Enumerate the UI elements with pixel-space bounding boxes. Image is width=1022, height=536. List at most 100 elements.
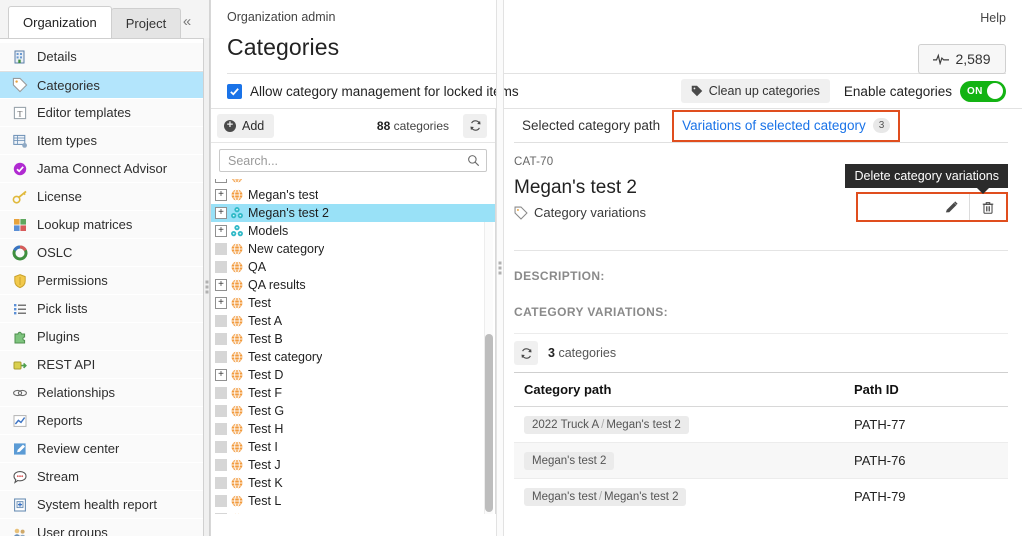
sidebar-item-label: Relationships: [37, 385, 115, 400]
tree-row[interactable]: Test G: [211, 402, 495, 420]
chevron-double-left-icon[interactable]: «: [177, 11, 197, 31]
expand-plus-icon[interactable]: +: [215, 225, 227, 237]
scrollbar-thumb[interactable]: [485, 334, 493, 512]
sidebar-item-item-types[interactable]: Item types: [0, 127, 209, 155]
sidebar-item-label: Details: [37, 49, 77, 64]
sidebar-item-rest-api[interactable]: REST API: [0, 351, 209, 379]
expand-plus-icon[interactable]: +: [215, 279, 227, 291]
tab-selected-category-path[interactable]: Selected category path: [514, 109, 668, 143]
sidebar-item-reports[interactable]: Reports: [0, 407, 209, 435]
tree-row[interactable]: +: [211, 179, 495, 186]
expand-plus-icon[interactable]: +: [215, 297, 227, 309]
sidebar-item-details[interactable]: Details: [0, 43, 209, 71]
tree-row-label: QA: [248, 260, 266, 274]
table-row[interactable]: Megan's test/Megan's test 2PATH-79: [514, 479, 1008, 515]
add-category-button[interactable]: + Add: [217, 114, 274, 138]
column-header-path-id[interactable]: Path ID: [844, 373, 1008, 407]
tree-row[interactable]: + QA results: [211, 276, 495, 294]
sidebar-splitter[interactable]: [203, 38, 210, 536]
tab-organization[interactable]: Organization: [8, 6, 112, 38]
sidebar-item-label: OSLC: [37, 245, 72, 260]
search-icon[interactable]: [467, 154, 480, 167]
metric-badge[interactable]: 2,589: [918, 44, 1006, 74]
sidebar-item-label: Review center: [37, 441, 119, 456]
sidebar-item-stream[interactable]: Stream: [0, 463, 209, 491]
sidebar-item-pick-lists[interactable]: Pick lists: [0, 295, 209, 323]
tree-row[interactable]: +Megan's test 2: [211, 204, 495, 222]
tree-row[interactable]: Test F: [211, 384, 495, 402]
sidebar-item-license[interactable]: License: [0, 183, 209, 211]
tree-row[interactable]: Test M: [211, 510, 495, 514]
tree-row[interactable]: Test L: [211, 492, 495, 510]
link-chain-icon: [12, 385, 28, 401]
tree-line-guide: [215, 261, 227, 273]
table-row[interactable]: 2022 Truck A/Megan's test 2PATH-77: [514, 407, 1008, 443]
tree-row[interactable]: +Test D: [211, 366, 495, 384]
tree-line-guide: [215, 387, 227, 399]
sidebar-item-editor-templates[interactable]: TEditor templates: [0, 99, 209, 127]
puzzle-icon: [12, 329, 28, 345]
table-row[interactable]: Megan's test 2PATH-76: [514, 443, 1008, 479]
sidebar-item-jama-connect-advisor[interactable]: Jama Connect Advisor: [0, 155, 209, 183]
tree-row[interactable]: +Megan's test: [211, 186, 495, 204]
tree-detail-splitter[interactable]: [496, 0, 504, 536]
expand-plus-icon[interactable]: +: [215, 189, 227, 201]
sidebar-item-system-health-report[interactable]: System health report: [0, 491, 209, 519]
tree-row[interactable]: QA: [211, 258, 495, 276]
splitter-grip-icon: [499, 262, 502, 275]
variation-icon: [230, 224, 244, 238]
tree-row[interactable]: New category: [211, 240, 495, 258]
options-right-group: Clean up categories Enable categories ON: [681, 74, 1006, 108]
tree-row[interactable]: Test H: [211, 420, 495, 438]
tab-organization-label: Organization: [23, 15, 97, 30]
tree-row[interactable]: Test K: [211, 474, 495, 492]
refresh-icon: [520, 347, 533, 360]
expand-plus-icon[interactable]: +: [215, 207, 227, 219]
path-segment: Megan's test 2: [606, 419, 680, 431]
sidebar-item-user-groups[interactable]: User groups: [0, 519, 209, 536]
sidebar-item-oslc[interactable]: OSLC: [0, 239, 209, 267]
tab-project[interactable]: Project: [111, 8, 181, 38]
tree-row[interactable]: +Test: [211, 294, 495, 312]
tag-icon: [514, 206, 528, 220]
enable-categories-toggle[interactable]: ON: [960, 81, 1006, 102]
edit-category-button[interactable]: [933, 194, 969, 220]
tree-row[interactable]: Test J: [211, 456, 495, 474]
expand-plus-icon[interactable]: +: [215, 179, 227, 183]
category-count: 88 categories: [377, 119, 449, 133]
sidebar-item-review-center[interactable]: Review center: [0, 435, 209, 463]
tree-row[interactable]: +Models: [211, 222, 495, 240]
path-segment: Megan's test 2: [604, 491, 678, 503]
tree-row[interactable]: Test category: [211, 348, 495, 366]
tree-row[interactable]: Test I: [211, 438, 495, 456]
expand-plus-icon[interactable]: +: [215, 369, 227, 381]
sidebar-item-categories[interactable]: Categories: [0, 71, 209, 99]
clean-up-categories-label: Clean up categories: [709, 84, 820, 98]
globe-icon: [230, 179, 244, 184]
tab-variations-of-selected-category[interactable]: Variations of selected category 3: [672, 110, 900, 142]
tree-refresh-button[interactable]: [463, 114, 487, 138]
tree-row[interactable]: Test B: [211, 330, 495, 348]
help-link[interactable]: Help: [980, 11, 1006, 25]
sidebar-item-relationships[interactable]: Relationships: [0, 379, 209, 407]
sidebar-item-lookup-matrices[interactable]: Lookup matrices: [0, 211, 209, 239]
delete-category-variations-button[interactable]: [970, 194, 1006, 220]
allow-category-management-checkbox[interactable]: Allow category management for locked ite…: [227, 84, 519, 99]
trash-icon: [981, 200, 995, 215]
variations-refresh-button[interactable]: [514, 341, 538, 365]
clean-up-categories-button[interactable]: Clean up categories: [681, 79, 830, 103]
variations-count-number: 3: [548, 346, 555, 360]
sidebar-item-permissions[interactable]: Permissions: [0, 267, 209, 295]
tree-row[interactable]: Test A: [211, 312, 495, 330]
variation-icon: [230, 224, 244, 238]
health-report-icon: [12, 497, 28, 513]
column-header-category-path[interactable]: Category path: [514, 373, 844, 407]
tree-vertical-scrollbar[interactable]: [484, 222, 493, 514]
sidebar-item-label: Stream: [37, 469, 79, 484]
search-input[interactable]: [226, 153, 467, 169]
sidebar-item-plugins[interactable]: Plugins: [0, 323, 209, 351]
search-box[interactable]: [219, 149, 487, 172]
comment-bubble-icon: [12, 469, 28, 485]
globe-icon: [230, 440, 244, 454]
tree-row-label: QA results: [248, 278, 306, 292]
